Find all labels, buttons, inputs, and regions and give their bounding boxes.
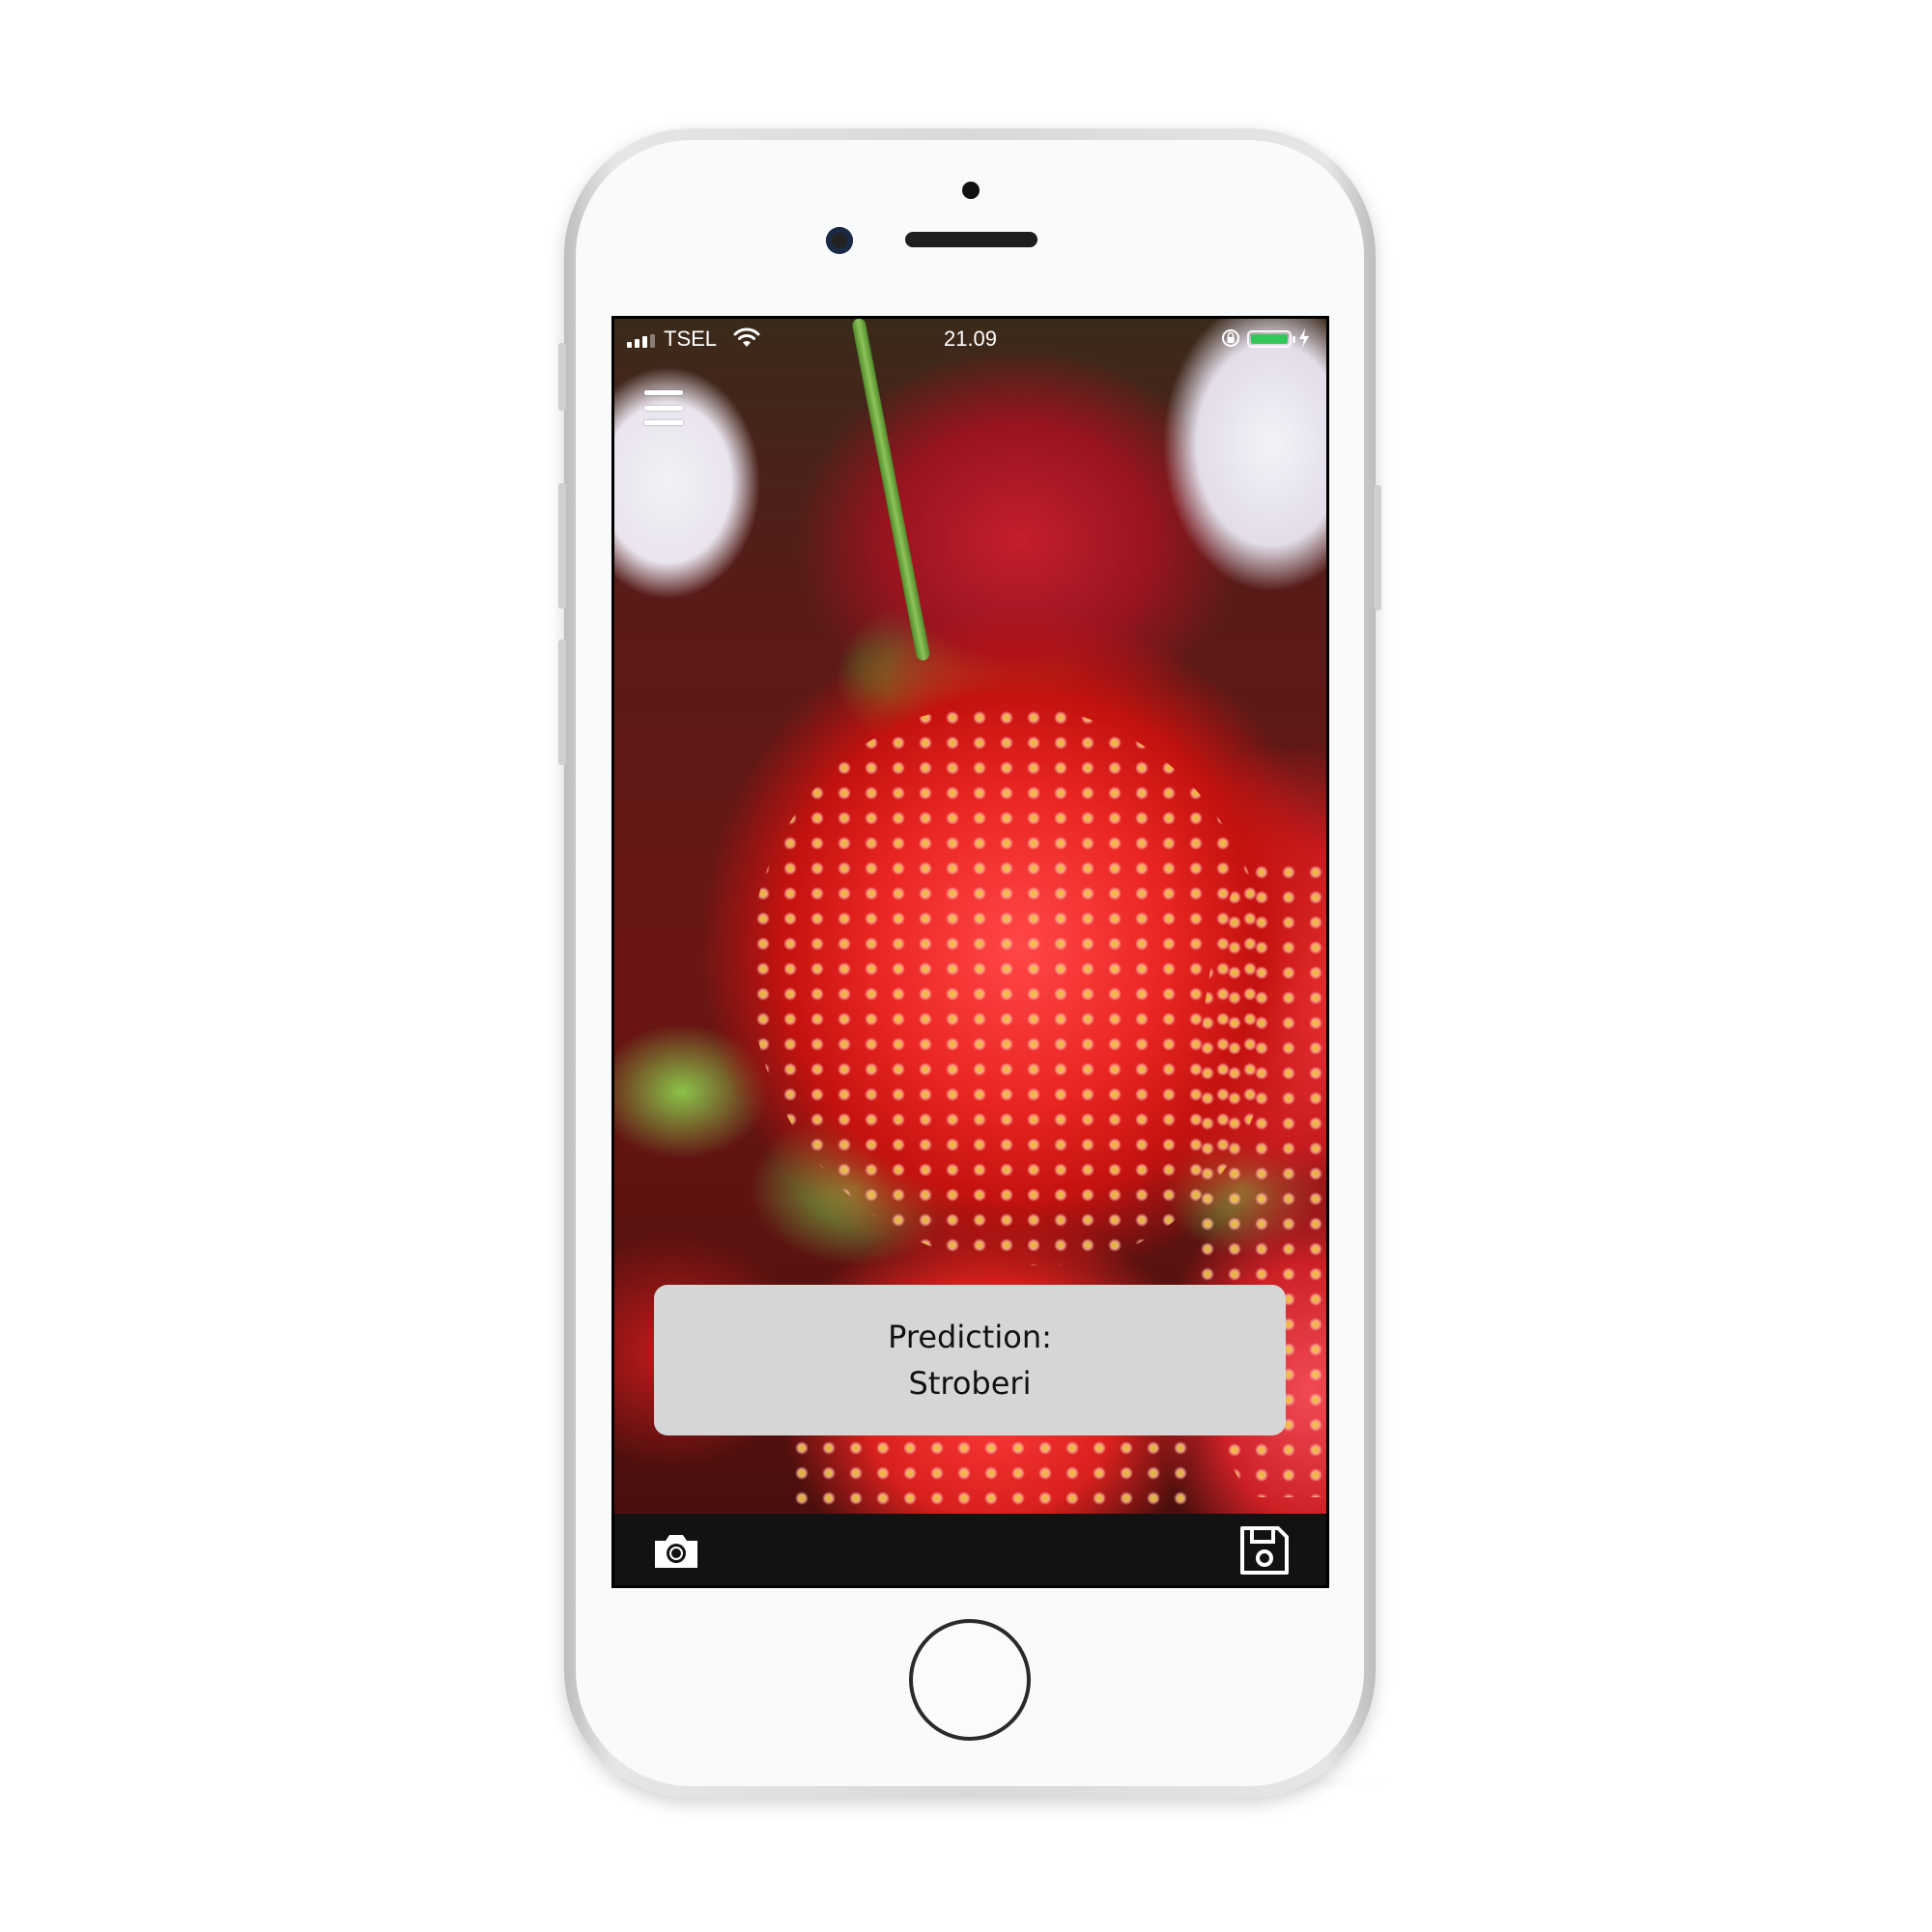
orientation-lock-icon	[1222, 329, 1239, 347]
floppy-disk-save-icon[interactable]	[1239, 1525, 1290, 1576]
status-time: 21.09	[943, 327, 998, 351]
strawberry-stem	[851, 319, 931, 662]
charging-bolt-icon	[1299, 328, 1309, 348]
app-screen: TSEL 21.09 Prediction: Stroberi	[611, 316, 1329, 1588]
hamburger-menu-icon[interactable]	[642, 386, 685, 429]
battery-icon	[1247, 330, 1295, 348]
power-button	[1374, 485, 1381, 611]
battery-fill	[1251, 334, 1288, 344]
camera-icon[interactable]	[651, 1531, 701, 1572]
prediction-card: Prediction: Stroberi	[654, 1285, 1286, 1435]
prediction-label: Prediction:	[888, 1319, 1052, 1355]
status-bar: TSEL 21.09	[614, 319, 1326, 357]
mute-switch	[558, 343, 566, 411]
volume-down-button	[558, 639, 566, 765]
bottom-toolbar	[614, 1514, 1326, 1585]
front-camera	[826, 227, 853, 254]
strawberry-seeds-main	[750, 705, 1271, 1265]
home-button[interactable]	[909, 1619, 1031, 1741]
prediction-value: Stroberi	[908, 1365, 1032, 1402]
earpiece-speaker	[905, 232, 1037, 247]
volume-up-button	[558, 483, 566, 609]
proximity-sensor	[962, 182, 980, 199]
